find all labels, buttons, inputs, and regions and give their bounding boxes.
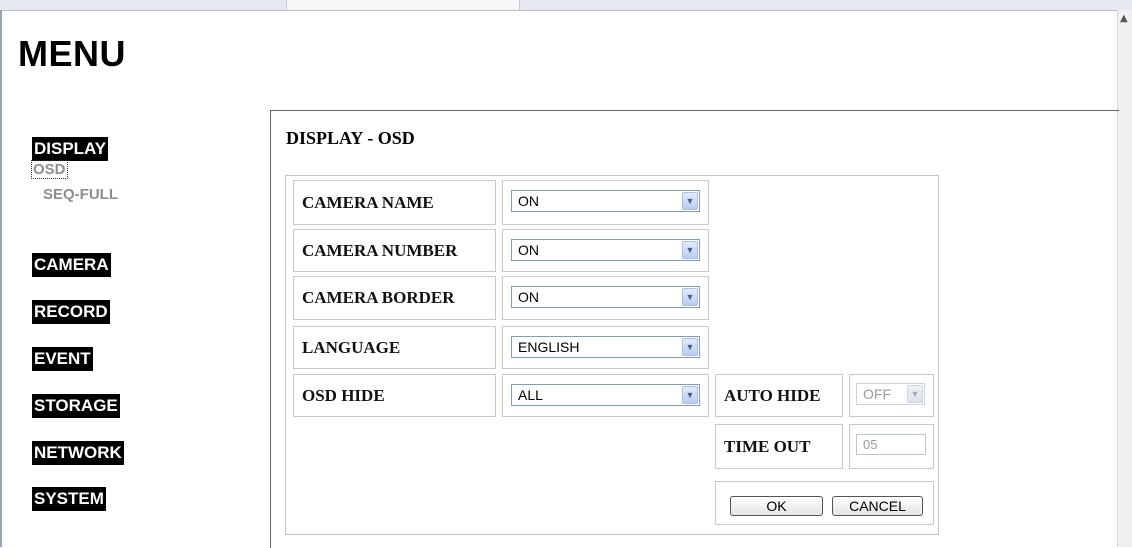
- language-select[interactable]: ENGLISH ▼: [511, 336, 700, 358]
- chevron-down-icon[interactable]: ▼: [682, 192, 698, 210]
- camera-name-cell: ON ▼: [502, 180, 709, 225]
- nav-network[interactable]: NETWORK: [32, 441, 124, 465]
- language-label: LANGUAGE: [293, 326, 496, 369]
- nav-storage[interactable]: STORAGE: [32, 394, 120, 418]
- auto-hide-select[interactable]: OFF ▼: [856, 383, 925, 405]
- osd-hide-label: OSD HIDE: [293, 374, 496, 417]
- time-out-cell: 05: [849, 424, 934, 469]
- osd-hide-cell: ALL ▼: [502, 374, 709, 417]
- camera-name-select[interactable]: ON ▼: [511, 190, 700, 212]
- nav-camera[interactable]: CAMERA: [32, 253, 111, 277]
- button-bar: OK CANCEL: [715, 481, 934, 525]
- chevron-down-icon[interactable]: ▼: [682, 338, 698, 356]
- osd-hide-select[interactable]: ALL ▼: [511, 384, 700, 406]
- frame-left-border: [0, 10, 2, 547]
- nav-sub-seq-full[interactable]: SEQ-FULL: [43, 186, 118, 203]
- camera-border-select[interactable]: ON ▼: [511, 286, 700, 308]
- window-top-bar: [0, 0, 1132, 11]
- camera-border-value: ON: [518, 289, 539, 305]
- vertical-scrollbar[interactable]: ▲: [1117, 10, 1132, 547]
- camera-border-cell: ON ▼: [502, 276, 709, 320]
- nav-event[interactable]: EVENT: [32, 347, 93, 371]
- nav-display[interactable]: DISPLAY: [32, 137, 109, 161]
- language-cell: ENGLISH ▼: [502, 326, 709, 369]
- cancel-button[interactable]: CANCEL: [832, 496, 923, 516]
- time-out-label: TIME OUT: [715, 424, 843, 469]
- scroll-up-arrow-icon[interactable]: ▲: [1120, 13, 1128, 24]
- language-value: ENGLISH: [518, 339, 580, 355]
- time-out-input[interactable]: 05: [856, 434, 926, 455]
- nav-system[interactable]: SYSTEM: [32, 487, 106, 511]
- auto-hide-value: OFF: [863, 386, 891, 402]
- ok-button[interactable]: OK: [730, 496, 823, 516]
- camera-border-label: CAMERA BORDER: [293, 276, 496, 320]
- panel-title: DISPLAY - OSD: [286, 128, 415, 148]
- camera-number-label: CAMERA NUMBER: [293, 229, 496, 272]
- nav-record[interactable]: RECORD: [32, 300, 110, 324]
- nav-sub-osd[interactable]: OSD: [31, 160, 68, 179]
- auto-hide-cell: OFF ▼: [849, 374, 934, 417]
- chevron-down-icon[interactable]: ▼: [907, 385, 923, 403]
- menu-title: MENU: [18, 33, 126, 74]
- camera-number-value: ON: [518, 242, 539, 258]
- chevron-down-icon[interactable]: ▼: [682, 241, 698, 259]
- camera-number-cell: ON ▼: [502, 229, 709, 272]
- camera-name-value: ON: [518, 193, 539, 209]
- osd-hide-value: ALL: [518, 387, 543, 403]
- camera-number-select[interactable]: ON ▼: [511, 239, 700, 261]
- camera-name-label: CAMERA NAME: [293, 180, 496, 225]
- auto-hide-label: AUTO HIDE: [715, 374, 843, 417]
- chevron-down-icon[interactable]: ▼: [682, 288, 698, 306]
- chevron-down-icon[interactable]: ▼: [682, 386, 698, 404]
- window-tab: [286, 0, 520, 10]
